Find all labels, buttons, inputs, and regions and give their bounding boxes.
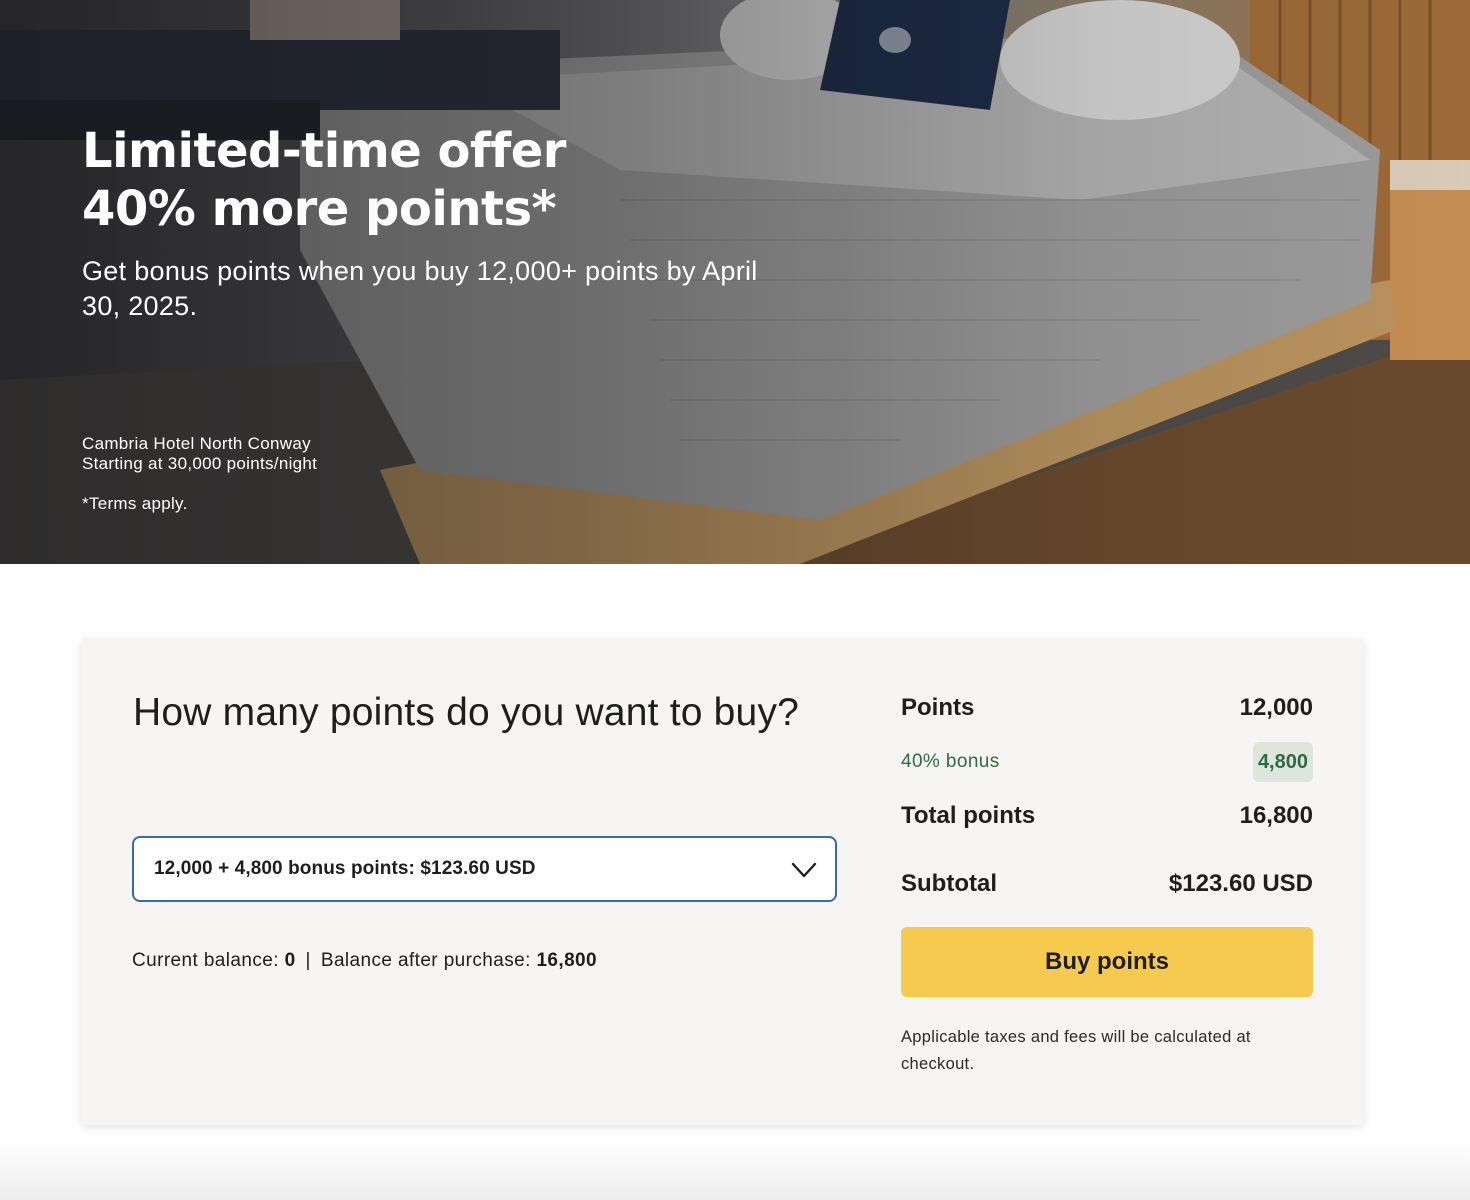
summary-row-subtotal: Subtotal $123.60 USD: [901, 870, 1313, 900]
page-bottom-fade: [0, 1140, 1470, 1200]
bonus-badge: 4,800: [1252, 742, 1313, 782]
balance-info: Current balance: 0 | Balance after purchas…: [132, 950, 597, 972]
hero-title: Limited-time offer 40% more points*: [82, 122, 566, 238]
taxes-note: Applicable taxes and fees will be calcul…: [901, 1028, 1251, 1073]
buy-points-button[interactable]: Buy points: [901, 927, 1313, 997]
hero-title-line2: 40% more points*: [82, 181, 557, 237]
purchase-card: How many points do you want to buy? 12,0…: [82, 639, 1363, 1125]
hotel-caption: Cambria Hotel North Conway Starting at 3…: [82, 434, 317, 474]
summary-row-points: Points 12,000: [901, 694, 1313, 724]
points-value: 12,000: [1239, 694, 1313, 721]
hero-banner: Limited-time offer 40% more points* Get …: [0, 0, 1470, 564]
summary-row-total: Total points 16,800: [901, 802, 1313, 832]
points-package-select[interactable]: 12,000 + 4,800 bonus points: $123.60 USD: [132, 836, 837, 902]
chevron-down-icon: [791, 862, 817, 878]
points-label: Points: [901, 694, 975, 721]
current-balance-value: 0: [284, 950, 296, 971]
hero-subtitle: Get bonus points when you buy 12,000+ po…: [82, 256, 758, 321]
subtotal-label: Subtotal: [901, 870, 997, 897]
balance-after-value: 16,800: [536, 950, 597, 971]
subtotal-value: $123.60 USD: [1168, 870, 1313, 897]
points-package-value: 12,000 + 4,800 bonus points: $123.60 USD: [154, 858, 536, 879]
current-balance-label: Current balance:: [132, 950, 279, 971]
hero-title-line1: Limited-time offer: [82, 123, 566, 179]
total-value: 16,800: [1239, 802, 1313, 829]
bonus-label: 40% bonus: [901, 751, 1000, 772]
summary-row-bonus: 40% bonus 4,800: [901, 742, 1313, 782]
hotel-rate: Starting at 30,000 points/night: [82, 454, 318, 473]
balance-after-label: Balance after purchase:: [320, 950, 531, 971]
hotel-name: Cambria Hotel North Conway: [82, 434, 311, 453]
total-label: Total points: [901, 802, 1036, 829]
terms-note: *Terms apply.: [82, 494, 188, 513]
balance-separator: |: [305, 950, 311, 971]
purchase-question: How many points do you want to buy?: [133, 691, 800, 734]
